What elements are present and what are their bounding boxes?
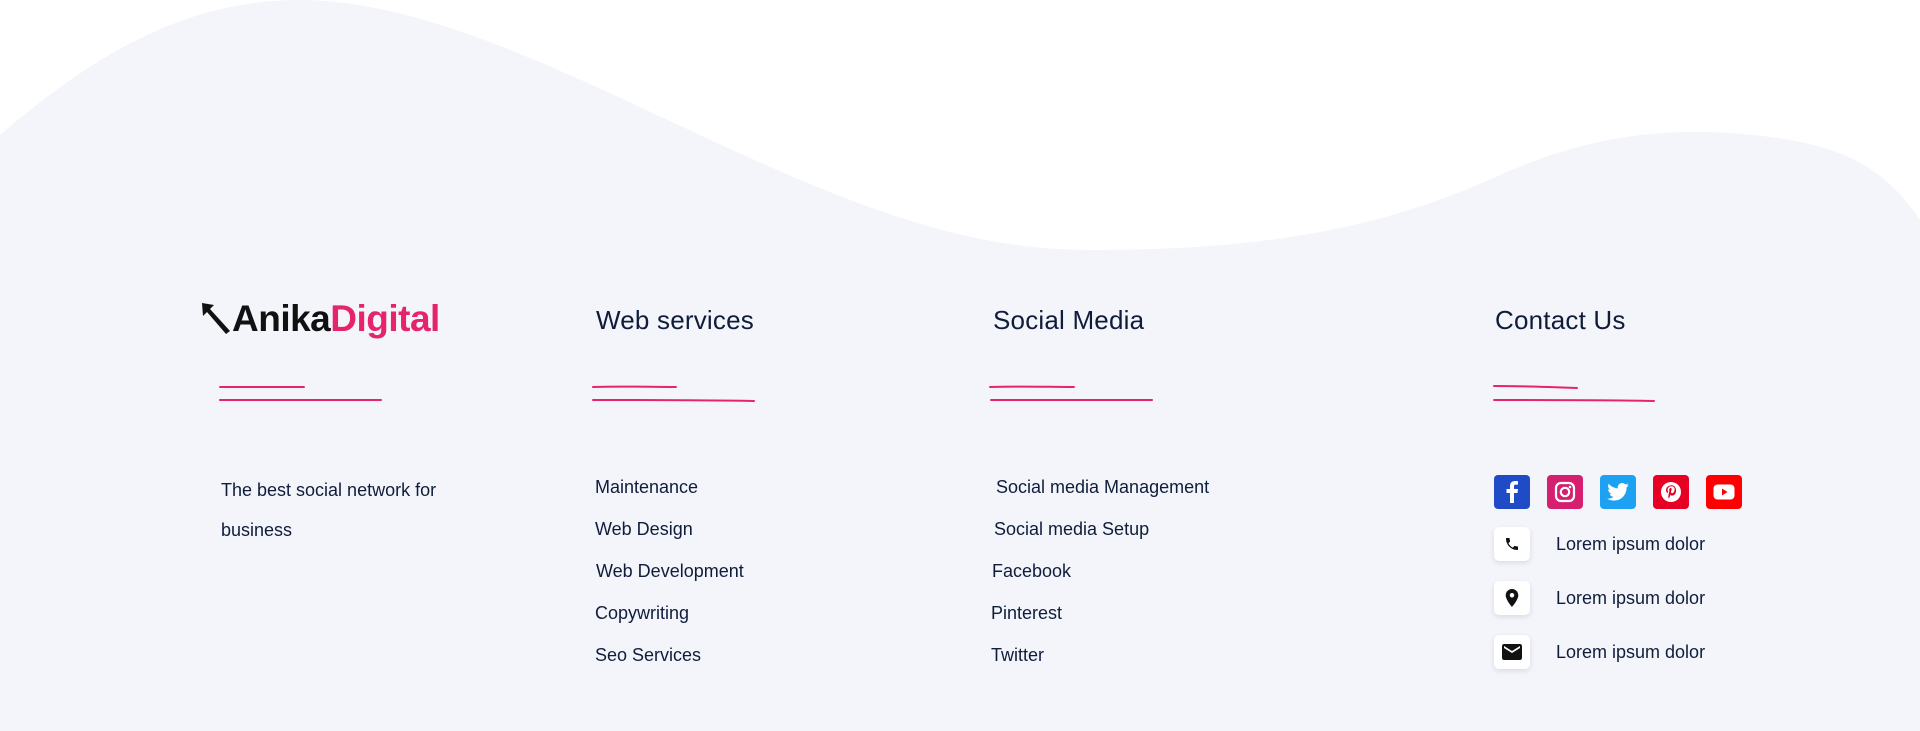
facebook-icon[interactable] xyxy=(1494,475,1530,509)
link-maintenance[interactable]: Maintenance xyxy=(595,477,698,498)
site-footer: Anika Digital The best social network fo… xyxy=(0,0,1920,731)
link-twitter[interactable]: Twitter xyxy=(991,645,1044,666)
contact-item-email[interactable]: Lorem ipsum dolor xyxy=(1494,635,1705,669)
link-web-development[interactable]: Web Development xyxy=(596,561,744,582)
link-web-design[interactable]: Web Design xyxy=(595,519,693,540)
arrow-logo-icon xyxy=(202,303,230,334)
link-facebook[interactable]: Facebook xyxy=(992,561,1071,582)
brand-tagline: The best social network for business xyxy=(221,480,437,540)
web-services-underline xyxy=(592,385,755,402)
link-seo-services[interactable]: Seo Services xyxy=(595,645,701,666)
location-pin-icon xyxy=(1494,581,1530,615)
social-icons-row xyxy=(1494,475,1742,509)
instagram-icon[interactable] xyxy=(1547,475,1583,509)
brand-name-part2: Digital xyxy=(330,297,440,339)
social-media-heading: Social Media xyxy=(993,305,1145,335)
email-icon xyxy=(1494,635,1530,669)
pinterest-icon[interactable] xyxy=(1653,475,1689,509)
contact-item-location[interactable]: Lorem ipsum dolor xyxy=(1494,581,1705,615)
twitter-icon[interactable] xyxy=(1600,475,1636,509)
web-services-heading: Web services xyxy=(596,305,754,335)
contact-location-text: Lorem ipsum dolor xyxy=(1556,587,1706,608)
contact-item-phone[interactable]: Lorem ipsum dolor xyxy=(1494,527,1705,561)
contact-heading: Contact Us xyxy=(1495,305,1626,335)
link-pinterest[interactable]: Pinterest xyxy=(991,603,1062,624)
link-social-media-setup[interactable]: Social media Setup xyxy=(994,519,1149,540)
link-social-media-management[interactable]: Social media Management xyxy=(996,477,1209,498)
social-media-underline xyxy=(989,385,1153,402)
contact-email-text: Lorem ipsum dolor xyxy=(1556,641,1706,662)
phone-icon xyxy=(1494,527,1530,561)
contact-underline xyxy=(1493,385,1655,402)
brand-logo[interactable]: Anika Digital xyxy=(200,296,440,340)
link-copywriting[interactable]: Copywriting xyxy=(595,603,689,624)
youtube-icon[interactable] xyxy=(1706,475,1742,509)
contact-phone-text: Lorem ipsum dolor xyxy=(1556,533,1706,554)
brand-name-part1: Anika xyxy=(232,297,331,339)
brand-underline xyxy=(219,385,382,402)
